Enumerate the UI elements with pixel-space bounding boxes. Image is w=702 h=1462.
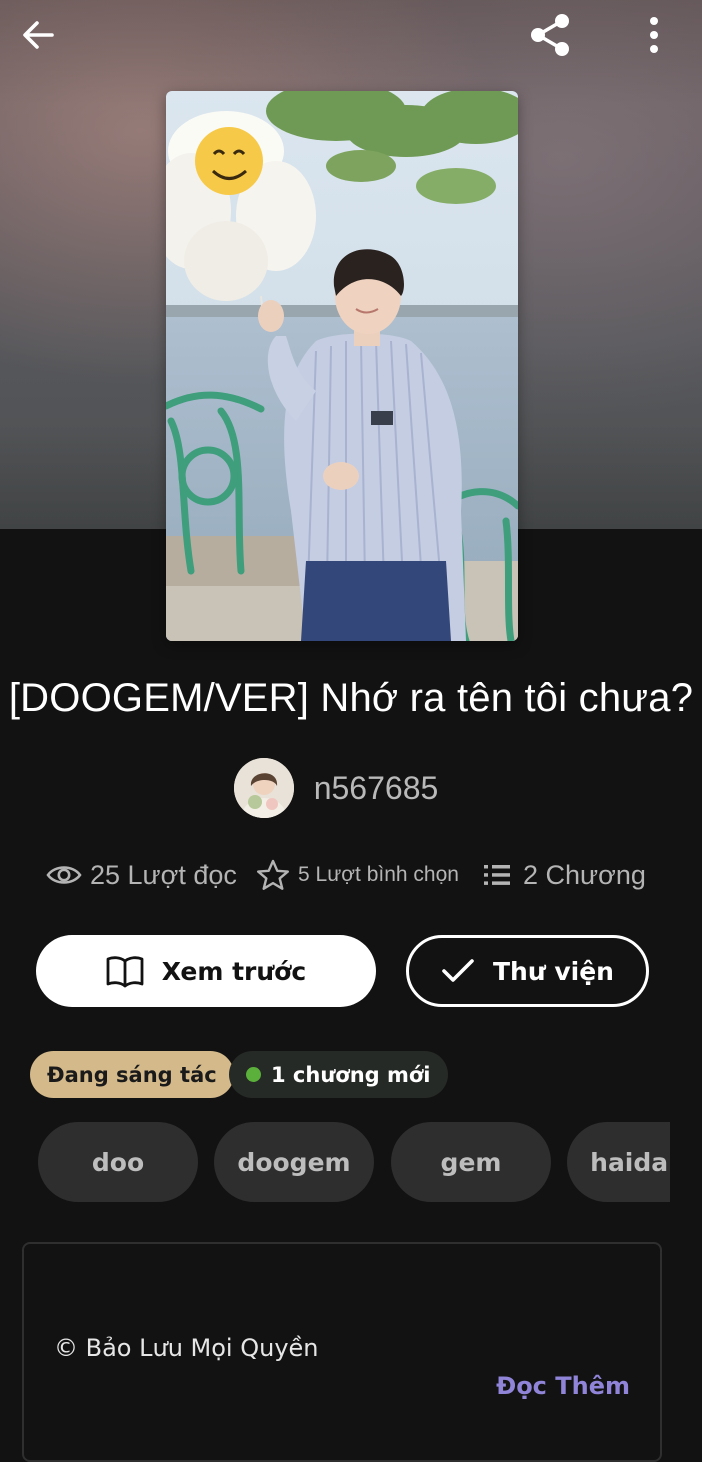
tag-label: doogem (237, 1147, 351, 1177)
author-avatar[interactable] (233, 758, 294, 818)
read-more-link[interactable]: Đọc Thêm (496, 1372, 630, 1400)
more-options-button[interactable] (629, 10, 679, 60)
chapters-count: 2 Chương (523, 859, 646, 890)
story-stats: 25 Lượt đọc 5 Lượt bình chọn 2 Chương (0, 852, 702, 898)
description-card: © Bảo Lưu Mọi Quyền Đọc Thêm (22, 1242, 662, 1462)
reads-stat: 25 Lượt đọc (46, 852, 237, 898)
new-chapters-label: 1 chương mới (271, 1062, 431, 1087)
tag-label: haidang (590, 1147, 670, 1177)
story-cover-image (166, 91, 518, 641)
story-title: [DOOGEM/VER] Nhớ ra tên tôi chưa? (8, 676, 694, 720)
share-icon (531, 14, 569, 56)
share-button[interactable] (524, 10, 574, 60)
checkmark-icon (442, 959, 474, 982)
reads-count: 25 Lượt đọc (90, 859, 237, 890)
list-icon (484, 865, 510, 885)
status-badge-label: Đang sáng tác (47, 1062, 217, 1087)
more-vertical-icon (650, 17, 658, 53)
library-button-label: Thư viện (493, 956, 614, 986)
votes-stat: 5 Lượt bình chọn (256, 852, 459, 898)
tag-chip[interactable]: doo (38, 1122, 198, 1202)
new-chapters-badge: 1 chương mới (229, 1051, 448, 1098)
description-text: © Bảo Lưu Mọi Quyền (54, 1334, 319, 1362)
back-button[interactable] (13, 10, 63, 60)
tag-list: doo doogem gem haidang (0, 1122, 670, 1202)
preview-button-label: Xem trước (161, 956, 307, 986)
status-badge: Đang sáng tác (30, 1051, 234, 1098)
open-book-icon (106, 956, 144, 988)
preview-button[interactable]: Xem trước (36, 935, 376, 1007)
tag-chip[interactable]: haidang (567, 1122, 670, 1202)
arrow-left-icon (23, 21, 54, 49)
tag-chip[interactable]: doogem (214, 1122, 374, 1202)
votes-count: 5 Lượt bình chọn (298, 863, 459, 886)
new-indicator-dot (246, 1067, 261, 1082)
chapters-stat: 2 Chương (483, 852, 646, 898)
eye-icon (46, 866, 82, 884)
author-row[interactable]: n567685 (0, 758, 702, 818)
author-name[interactable]: n567685 (314, 770, 439, 807)
tag-label: gem (440, 1147, 502, 1177)
tag-chip[interactable]: gem (391, 1122, 551, 1202)
tag-label: doo (91, 1147, 145, 1177)
library-button[interactable]: Thư viện (406, 935, 649, 1007)
star-outline-icon (257, 859, 289, 890)
